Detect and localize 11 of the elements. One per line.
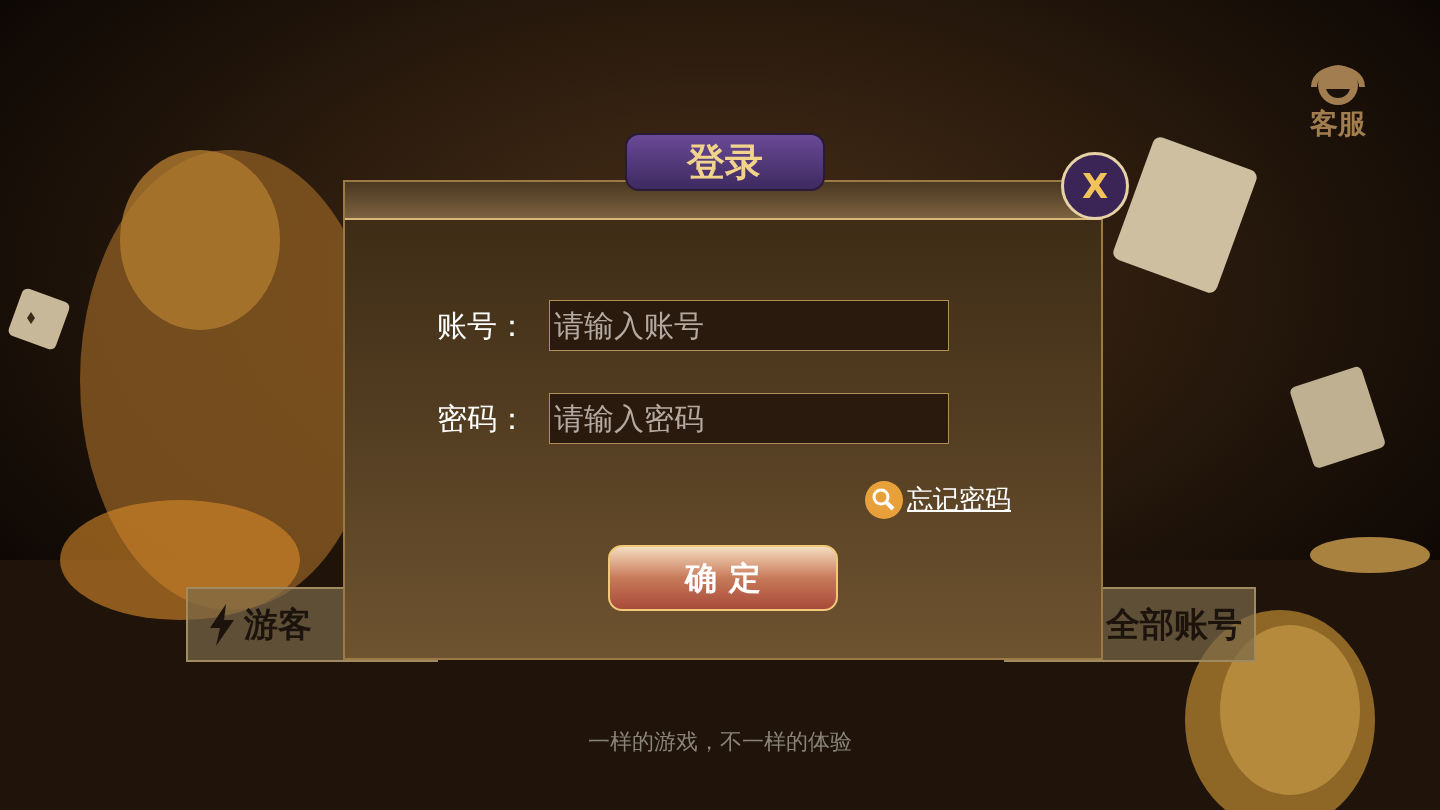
- forgot-password-link[interactable]: 忘记密码: [907, 480, 1011, 519]
- field-label: 密码：: [437, 400, 528, 438]
- tagline: 一样的游戏，不一样的体验: [588, 728, 852, 756]
- lightning-icon: [208, 603, 236, 646]
- confirm-button[interactable]: 确 定: [608, 545, 838, 611]
- customer-service-label[interactable]: 客服: [1310, 110, 1366, 138]
- search-icon[interactable]: [865, 480, 903, 519]
- field-label: 账号：: [437, 307, 528, 345]
- dialog-title: 登录: [687, 138, 763, 186]
- input-field[interactable]: 请输入密码: [549, 393, 949, 444]
- input-field[interactable]: 请输入账号: [549, 300, 949, 351]
